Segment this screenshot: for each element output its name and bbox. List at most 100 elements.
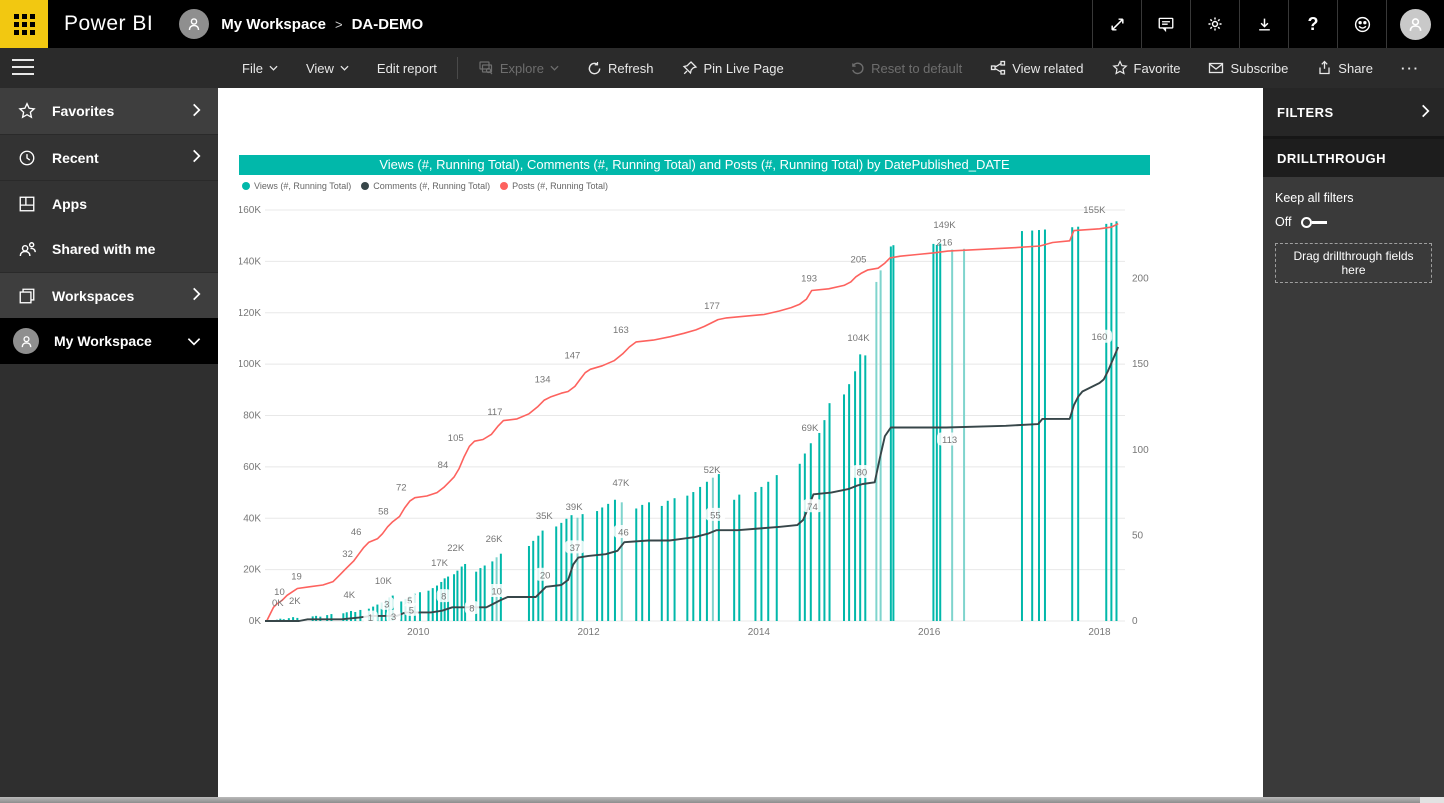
svg-text:58: 58 [378, 506, 389, 517]
feedback-icon[interactable] [1141, 0, 1190, 48]
share-button[interactable]: Share [1302, 48, 1387, 88]
view-related-button[interactable]: View related [976, 48, 1097, 88]
drillthrough-header: DRILLTHROUGH [1263, 139, 1444, 177]
fullscreen-icon[interactable] [1092, 0, 1141, 48]
svg-text:5: 5 [409, 605, 414, 616]
hamburger-menu-icon[interactable] [12, 59, 34, 75]
svg-text:19: 19 [291, 571, 302, 582]
svg-text:140K: 140K [239, 256, 261, 267]
file-menu[interactable]: File [228, 48, 292, 88]
chevron-right-icon [192, 149, 201, 166]
pin-live-page-button[interactable]: Pin Live Page [668, 48, 798, 88]
horizontal-scrollbar[interactable] [0, 797, 1444, 803]
svg-text:46: 46 [618, 527, 629, 538]
legend-item-posts: Posts (#, Running Total) [500, 181, 608, 191]
svg-text:2018: 2018 [1088, 627, 1111, 638]
keep-all-filters-toggle[interactable] [1301, 216, 1328, 228]
svg-text:134: 134 [535, 375, 551, 386]
filters-panel: FILTERS DRILLTHROUGH Keep all filters Of… [1263, 88, 1444, 797]
settings-icon[interactable] [1190, 0, 1239, 48]
drillthrough-body: Keep all filters Off Drag drillthrough f… [1263, 177, 1444, 297]
svg-text:47K: 47K [612, 478, 630, 489]
clock-icon [17, 149, 37, 167]
svg-text:8: 8 [469, 604, 474, 615]
workspace-avatar [179, 9, 210, 39]
view-menu[interactable]: View [292, 48, 363, 88]
topbar-actions: ? [1092, 0, 1444, 48]
breadcrumb-separator: > [334, 16, 343, 32]
avatar [13, 328, 39, 354]
waffle-grid-icon [13, 13, 35, 35]
svg-text:193: 193 [801, 274, 817, 285]
breadcrumb-report[interactable]: DA-DEMO [352, 16, 424, 33]
sidebar-item-apps[interactable]: Apps [0, 180, 218, 226]
menubar-right: Reset to default View related Favorite S… [836, 48, 1434, 88]
account-avatar[interactable] [1386, 0, 1444, 48]
svg-text:2016: 2016 [918, 627, 941, 638]
smiley-icon[interactable] [1337, 0, 1386, 48]
svg-text:117: 117 [487, 407, 502, 418]
download-icon[interactable] [1239, 0, 1288, 48]
svg-text:17K: 17K [431, 558, 449, 569]
favorite-button[interactable]: Favorite [1098, 48, 1195, 88]
chevron-down-icon [340, 65, 349, 71]
report-menubar: File View Edit report Explore Refresh Pi… [0, 48, 1444, 88]
people-icon [17, 240, 37, 259]
svg-text:52K: 52K [704, 465, 722, 476]
svg-text:104K: 104K [847, 333, 870, 344]
chart-legend: Views (#, Running Total) Comments (#, Ru… [239, 178, 1150, 194]
svg-text:22K: 22K [447, 543, 465, 554]
svg-text:163: 163 [613, 325, 629, 336]
star-icon [17, 102, 37, 120]
refresh-icon [588, 61, 601, 74]
svg-text:37: 37 [570, 543, 581, 554]
powerbi-app: Power BI My Workspace > DA-DEMO ? File V… [0, 0, 1444, 803]
svg-text:2012: 2012 [577, 627, 600, 638]
svg-text:160: 160 [1092, 332, 1108, 343]
subscribe-button[interactable]: Subscribe [1194, 48, 1302, 88]
svg-text:35K: 35K [536, 511, 554, 522]
app-launcher-icon[interactable] [0, 0, 48, 48]
svg-text:3: 3 [384, 599, 389, 610]
reset-icon [852, 61, 864, 74]
svg-text:1: 1 [368, 613, 373, 624]
svg-text:147: 147 [564, 351, 580, 362]
svg-text:4K: 4K [343, 590, 355, 601]
explore-menu: Explore [464, 48, 573, 88]
edit-report-button[interactable]: Edit report [363, 48, 451, 88]
svg-text:155K: 155K [1083, 205, 1106, 216]
svg-text:0: 0 [1132, 616, 1138, 627]
drillthrough-drop-zone[interactable]: Drag drillthrough fields here [1275, 243, 1432, 283]
view-related-icon [991, 60, 1006, 75]
svg-text:39K: 39K [566, 502, 584, 513]
svg-text:69K: 69K [801, 423, 819, 434]
help-icon[interactable]: ? [1288, 0, 1337, 48]
sidebar-item-workspaces[interactable]: Workspaces [0, 272, 218, 318]
svg-text:200: 200 [1132, 274, 1149, 285]
svg-text:74: 74 [807, 502, 818, 513]
keep-all-filters-label: Keep all filters [1275, 191, 1354, 205]
sidebar-item-favorites[interactable]: Favorites [0, 88, 218, 134]
svg-text:0K: 0K [272, 598, 284, 609]
legend-dot [242, 182, 250, 190]
more-options-button[interactable]: ··· [1387, 48, 1434, 88]
refresh-button[interactable]: Refresh [573, 48, 668, 88]
combo-chart-visual[interactable]: Views (#, Running Total), Comments (#, R… [239, 155, 1150, 641]
filters-header[interactable]: FILTERS [1263, 88, 1444, 136]
chart-plot-area[interactable]: 0K20K40K60K80K100K120K140K160K0501001502… [239, 194, 1150, 641]
legend-item-views: Views (#, Running Total) [242, 181, 351, 191]
svg-text:10: 10 [491, 587, 502, 598]
scrollbar-thumb[interactable] [0, 797, 1420, 803]
sidebar-item-shared-with-me[interactable]: Shared with me [0, 226, 218, 272]
svg-text:60K: 60K [243, 462, 261, 473]
svg-text:216: 216 [937, 238, 953, 249]
chevron-down-icon [269, 65, 278, 71]
svg-text:20: 20 [540, 570, 551, 581]
sidebar-item-recent[interactable]: Recent [0, 134, 218, 180]
sidebar-item-my-workspace[interactable]: My Workspace [0, 318, 218, 364]
svg-text:105: 105 [448, 433, 464, 444]
breadcrumb-workspace[interactable]: My Workspace [221, 16, 326, 33]
pin-icon [682, 61, 697, 75]
svg-text:0K: 0K [249, 616, 262, 627]
svg-text:100K: 100K [239, 359, 261, 370]
